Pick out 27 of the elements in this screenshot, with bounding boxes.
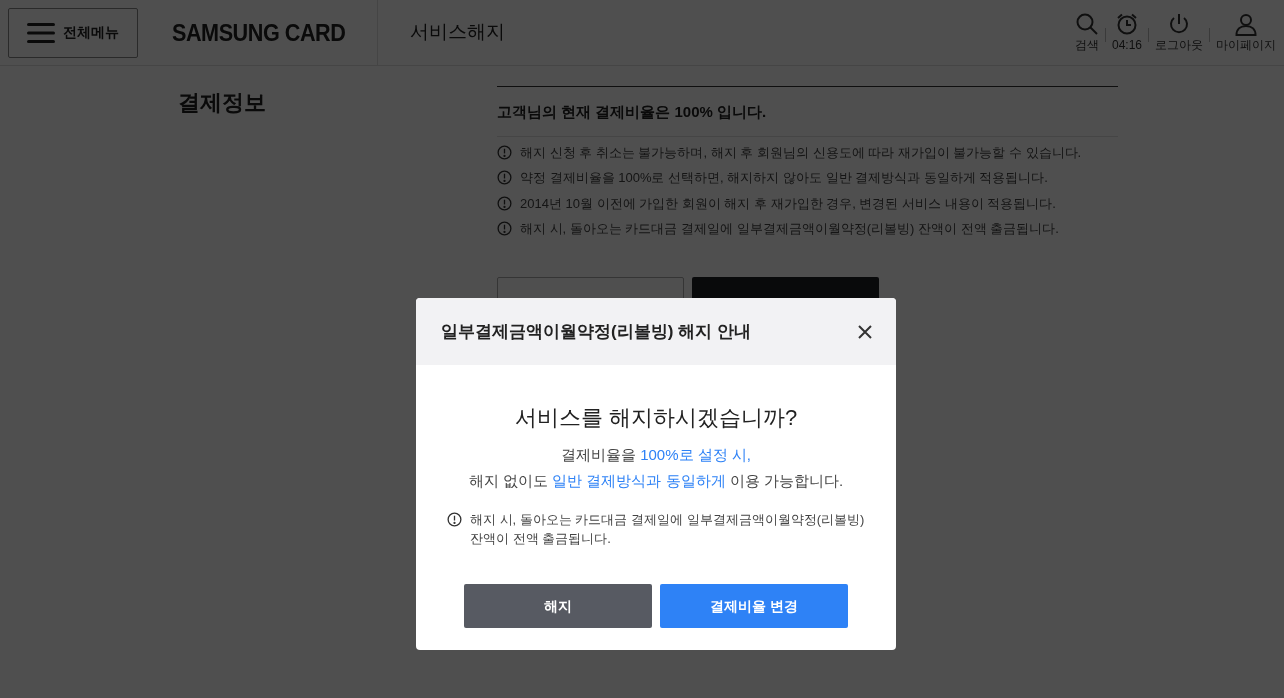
section-title: 결제정보 — [178, 89, 267, 117]
person-icon — [1234, 11, 1258, 36]
change-button[interactable]: 결제비율 변경 — [660, 584, 848, 628]
search-icon — [1074, 11, 1099, 36]
notice-text: 해지 시, 돌아오는 카드대금 결제일에 일부결제금액이월약정(리볼빙) 잔액이 전액 출금됩니다. — [470, 511, 866, 548]
mypage-button[interactable]: 마이페이지 — [1210, 11, 1282, 54]
logout-button[interactable]: 로그아웃 — [1149, 11, 1209, 54]
alert-icon — [497, 221, 512, 237]
message-text: 결제비율을 100%로 설정 시, — [560, 446, 751, 463]
page-title: 서비스해지 — [410, 20, 505, 45]
message-text: 해지 없이도 일반 결제방식과 동일하게 이용 가능합니다. — [468, 472, 844, 489]
search-button[interactable]: 검색 — [1068, 11, 1105, 54]
alarm-clock-icon — [1115, 11, 1139, 36]
power-icon — [1167, 11, 1191, 36]
timer-button[interactable]: 04:16 — [1105, 11, 1148, 54]
close-icon — [858, 325, 872, 340]
alert-icon — [497, 195, 512, 211]
menu-button[interactable]: 전체메뉴 — [8, 7, 138, 58]
menu-icon — [27, 22, 55, 43]
alert-icon — [447, 512, 462, 527]
dialog-title: 일부결제금액이월약정(리볼빙) 해지 안내 — [441, 320, 752, 343]
alert-icon — [497, 170, 512, 186]
alert-icon — [497, 144, 512, 160]
summary-text: 고객님의 현재 결제비율은 100% 입니다. — [497, 87, 1118, 137]
logo[interactable]: SAMSUNG CARD — [172, 14, 357, 51]
dialog-question: 서비스를 해지하시겠습니까? — [513, 404, 799, 432]
cancel-service-button[interactable]: 해지 — [464, 584, 652, 628]
